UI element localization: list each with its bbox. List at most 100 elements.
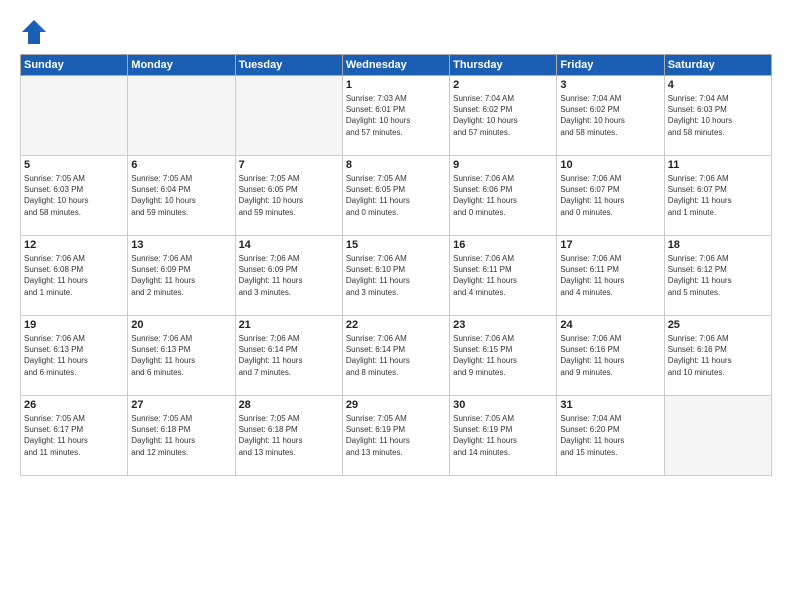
header-day: Wednesday <box>342 55 449 76</box>
day-number: 22 <box>346 319 446 331</box>
day-info: Sunrise: 7:04 AM Sunset: 6:02 PM Dayligh… <box>453 93 553 138</box>
calendar-cell: 10 Sunrise: 7:06 AM Sunset: 6:07 PM Dayli… <box>557 156 664 236</box>
day-number: 1 <box>346 79 446 91</box>
day-number: 10 <box>560 159 660 171</box>
calendar-cell: 25Sunrise: 7:06 AM Sunset: 6:16 PM Dayli… <box>664 316 771 396</box>
day-info: Sunrise: 7:04 AM Sunset: 6:02 PM Dayligh… <box>560 93 660 138</box>
calendar-cell: 17 Sunrise: 7:06 AM Sunset: 6:11 PM Dayli… <box>557 236 664 316</box>
day-number: 2 <box>453 79 553 91</box>
header-day: Thursday <box>450 55 557 76</box>
day-number: 12 <box>24 239 124 251</box>
day-number: 11 <box>668 159 768 171</box>
day-info: Sunrise: 7:05 AM Sunset: 6:18 PM Dayligh… <box>239 413 339 458</box>
day-info: Sunrise: 7:06 AM Sunset: 6:12 PM Dayligh… <box>668 253 768 298</box>
day-info: Sunrise: 7:06 AM Sunset: 6:08 PM Dayligh… <box>24 253 124 298</box>
day-number: 28 <box>239 399 339 411</box>
calendar-row: 12 Sunrise: 7:06 AM Sunset: 6:08 PM Dayli… <box>21 236 772 316</box>
day-number: 4 <box>668 79 768 91</box>
calendar-cell: 7 Sunrise: 7:05 AM Sunset: 6:05 PM Daylig… <box>235 156 342 236</box>
calendar-cell: 15Sunrise: 7:06 AM Sunset: 6:10 PM Dayli… <box>342 236 449 316</box>
day-info: Sunrise: 7:06 AM Sunset: 6:07 PM Dayligh… <box>560 173 660 218</box>
day-number: 20 <box>131 319 231 331</box>
calendar-row: 26 Sunrise: 7:05 AM Sunset: 6:17 PM Dayli… <box>21 396 772 476</box>
calendar-cell <box>128 76 235 156</box>
calendar-cell: 29Sunrise: 7:05 AM Sunset: 6:19 PM Dayli… <box>342 396 449 476</box>
calendar-cell: 22Sunrise: 7:06 AM Sunset: 6:14 PM Dayli… <box>342 316 449 396</box>
day-number: 25 <box>668 319 768 331</box>
calendar-cell: 16 Sunrise: 7:06 AM Sunset: 6:11 PM Dayli… <box>450 236 557 316</box>
day-number: 8 <box>346 159 446 171</box>
day-info: Sunrise: 7:06 AM Sunset: 6:10 PM Dayligh… <box>346 253 446 298</box>
day-info: Sunrise: 7:05 AM Sunset: 6:03 PM Dayligh… <box>24 173 124 218</box>
calendar-cell: 8 Sunrise: 7:05 AM Sunset: 6:05 PM Daylig… <box>342 156 449 236</box>
calendar-cell: 23 Sunrise: 7:06 AM Sunset: 6:15 PM Dayli… <box>450 316 557 396</box>
day-info: Sunrise: 7:06 AM Sunset: 6:11 PM Dayligh… <box>560 253 660 298</box>
logo-icon <box>20 18 48 46</box>
calendar-cell: 2 Sunrise: 7:04 AM Sunset: 6:02 PM Daylig… <box>450 76 557 156</box>
calendar-cell <box>21 76 128 156</box>
calendar-cell: 9 Sunrise: 7:06 AM Sunset: 6:06 PM Daylig… <box>450 156 557 236</box>
day-info: Sunrise: 7:03 AM Sunset: 6:01 PM Dayligh… <box>346 93 446 138</box>
day-info: Sunrise: 7:06 AM Sunset: 6:11 PM Dayligh… <box>453 253 553 298</box>
calendar-cell: 20 Sunrise: 7:06 AM Sunset: 6:13 PM Dayli… <box>128 316 235 396</box>
day-info: Sunrise: 7:05 AM Sunset: 6:05 PM Dayligh… <box>239 173 339 218</box>
header-day: Monday <box>128 55 235 76</box>
header <box>20 18 772 46</box>
calendar-cell: 4 Sunrise: 7:04 AM Sunset: 6:03 PM Daylig… <box>664 76 771 156</box>
calendar-cell: 28 Sunrise: 7:05 AM Sunset: 6:18 PM Dayli… <box>235 396 342 476</box>
day-number: 5 <box>24 159 124 171</box>
header-day: Saturday <box>664 55 771 76</box>
day-info: Sunrise: 7:06 AM Sunset: 6:16 PM Dayligh… <box>560 333 660 378</box>
calendar-row: 1 Sunrise: 7:03 AM Sunset: 6:01 PM Daylig… <box>21 76 772 156</box>
day-info: Sunrise: 7:04 AM Sunset: 6:03 PM Dayligh… <box>668 93 768 138</box>
day-number: 19 <box>24 319 124 331</box>
day-number: 16 <box>453 239 553 251</box>
day-info: Sunrise: 7:05 AM Sunset: 6:17 PM Dayligh… <box>24 413 124 458</box>
day-number: 27 <box>131 399 231 411</box>
calendar-table: SundayMondayTuesdayWednesdayThursdayFrid… <box>20 54 772 476</box>
header-day: Friday <box>557 55 664 76</box>
day-number: 17 <box>560 239 660 251</box>
calendar-cell: 19 Sunrise: 7:06 AM Sunset: 6:13 PM Dayli… <box>21 316 128 396</box>
logo <box>20 18 52 46</box>
day-number: 29 <box>346 399 446 411</box>
day-info: Sunrise: 7:05 AM Sunset: 6:18 PM Dayligh… <box>131 413 231 458</box>
calendar-cell: 14 Sunrise: 7:06 AM Sunset: 6:09 PM Dayli… <box>235 236 342 316</box>
day-number: 13 <box>131 239 231 251</box>
calendar-cell: 30Sunrise: 7:05 AM Sunset: 6:19 PM Dayli… <box>450 396 557 476</box>
day-number: 6 <box>131 159 231 171</box>
calendar-cell: 6 Sunrise: 7:05 AM Sunset: 6:04 PM Daylig… <box>128 156 235 236</box>
page: SundayMondayTuesdayWednesdayThursdayFrid… <box>0 0 792 612</box>
day-number: 3 <box>560 79 660 91</box>
header-day: Sunday <box>21 55 128 76</box>
header-day: Tuesday <box>235 55 342 76</box>
calendar-cell: 26 Sunrise: 7:05 AM Sunset: 6:17 PM Dayli… <box>21 396 128 476</box>
day-number: 7 <box>239 159 339 171</box>
day-info: Sunrise: 7:05 AM Sunset: 6:04 PM Dayligh… <box>131 173 231 218</box>
calendar-cell <box>235 76 342 156</box>
day-number: 14 <box>239 239 339 251</box>
day-info: Sunrise: 7:06 AM Sunset: 6:15 PM Dayligh… <box>453 333 553 378</box>
calendar-row: 19 Sunrise: 7:06 AM Sunset: 6:13 PM Dayli… <box>21 316 772 396</box>
header-row: SundayMondayTuesdayWednesdayThursdayFrid… <box>21 55 772 76</box>
day-info: Sunrise: 7:06 AM Sunset: 6:06 PM Dayligh… <box>453 173 553 218</box>
day-number: 26 <box>24 399 124 411</box>
day-number: 21 <box>239 319 339 331</box>
day-info: Sunrise: 7:06 AM Sunset: 6:07 PM Dayligh… <box>668 173 768 218</box>
calendar-cell: 21Sunrise: 7:06 AM Sunset: 6:14 PM Dayli… <box>235 316 342 396</box>
calendar-row: 5 Sunrise: 7:05 AM Sunset: 6:03 PM Daylig… <box>21 156 772 236</box>
day-number: 31 <box>560 399 660 411</box>
day-number: 9 <box>453 159 553 171</box>
calendar-cell: 3 Sunrise: 7:04 AM Sunset: 6:02 PM Daylig… <box>557 76 664 156</box>
calendar-cell: 1 Sunrise: 7:03 AM Sunset: 6:01 PM Daylig… <box>342 76 449 156</box>
day-info: Sunrise: 7:04 AM Sunset: 6:20 PM Dayligh… <box>560 413 660 458</box>
calendar-cell: 27 Sunrise: 7:05 AM Sunset: 6:18 PM Dayli… <box>128 396 235 476</box>
day-info: Sunrise: 7:05 AM Sunset: 6:19 PM Dayligh… <box>453 413 553 458</box>
day-info: Sunrise: 7:05 AM Sunset: 6:05 PM Dayligh… <box>346 173 446 218</box>
day-info: Sunrise: 7:06 AM Sunset: 6:09 PM Dayligh… <box>239 253 339 298</box>
day-info: Sunrise: 7:06 AM Sunset: 6:13 PM Dayligh… <box>131 333 231 378</box>
day-info: Sunrise: 7:06 AM Sunset: 6:13 PM Dayligh… <box>24 333 124 378</box>
day-number: 23 <box>453 319 553 331</box>
calendar-cell: 24Sunrise: 7:06 AM Sunset: 6:16 PM Dayli… <box>557 316 664 396</box>
day-number: 18 <box>668 239 768 251</box>
